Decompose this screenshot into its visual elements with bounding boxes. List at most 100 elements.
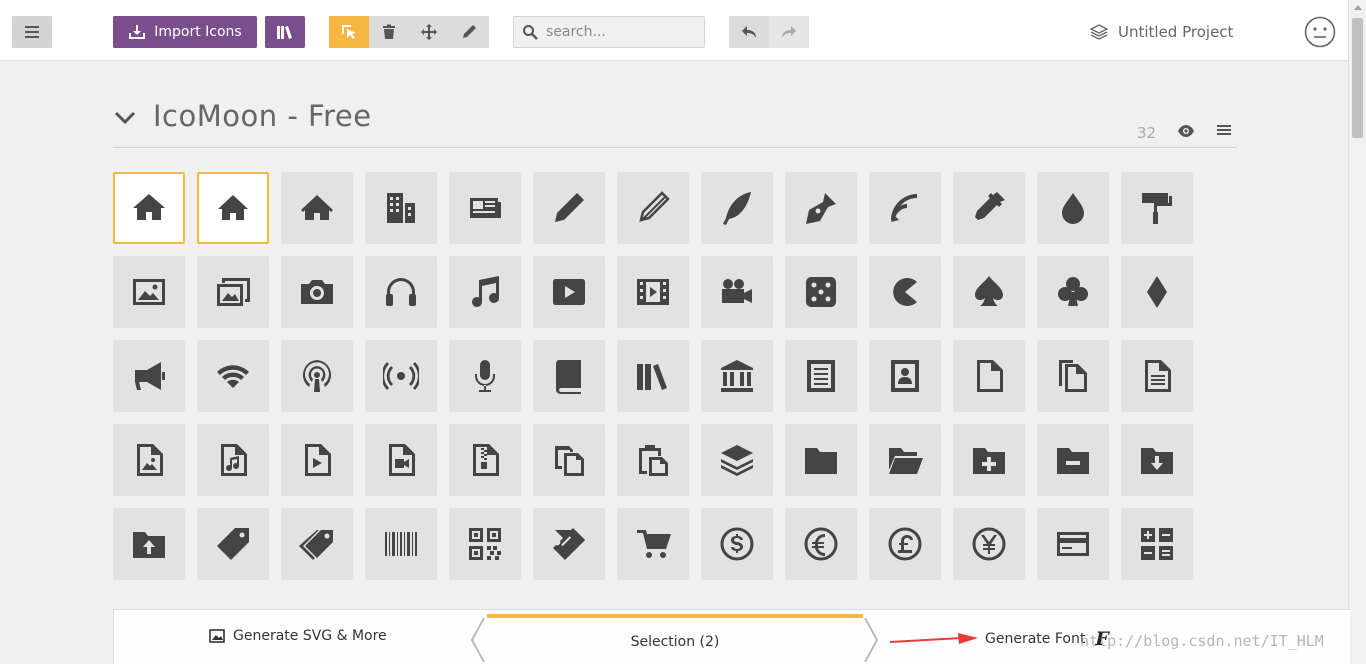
library-button[interactable] [265,16,305,48]
project-name[interactable]: Untitled Project [1090,20,1233,44]
icon-tile-cart[interactable] [617,508,689,580]
icon-tile-file-picture[interactable] [113,424,185,496]
icon-tile-credit-card[interactable] [1037,508,1109,580]
main-menu-button[interactable] [12,16,52,48]
icon-tile-file-text[interactable] [785,340,857,412]
icon-tile-paint-format[interactable] [1121,172,1193,244]
icon-tile-file-text2[interactable] [1121,340,1193,412]
move-tool-button[interactable] [409,16,449,48]
icon-tile-home[interactable] [113,172,185,244]
stack-icon [721,445,753,476]
icon-tile-book[interactable] [533,340,605,412]
icon-tile-barcode[interactable] [365,508,437,580]
icon-tile-pencil2[interactable] [617,172,689,244]
icon-tile-folder-plus[interactable] [953,424,1025,496]
undo-button[interactable] [729,16,769,48]
search-icon [523,25,538,40]
select-tool-button[interactable] [329,16,369,48]
icon-tile-file-play[interactable] [281,424,353,496]
icon-tile-folder-upload[interactable] [113,508,185,580]
icon-tile-price-tags[interactable] [281,508,353,580]
icon-tile-music[interactable] [449,256,521,328]
selection-tab[interactable]: Selection (2) [487,614,863,664]
icon-tile-calculator[interactable] [1121,508,1193,580]
icon-tile-stack[interactable] [701,424,773,496]
icon-tile-connection[interactable] [197,340,269,412]
film-icon [637,279,669,305]
generate-font-label: Generate Font [985,631,1086,647]
icon-tile-copy[interactable] [533,424,605,496]
scroll-up-arrow-icon[interactable] [1354,5,1362,10]
icon-tile-library[interactable] [701,340,773,412]
icon-tile-pen[interactable] [785,172,857,244]
icon-tile-video-camera[interactable] [701,256,773,328]
import-icons-button[interactable]: Import Icons [113,16,257,48]
icon-tile-file-zip[interactable] [449,424,521,496]
icon-tile-eyedropper[interactable] [953,172,1025,244]
icon-tile-books[interactable] [617,340,689,412]
generate-svg-button[interactable]: Generate SVG & More [209,628,387,644]
icon-tile-coin-dollar[interactable] [701,508,773,580]
droplet-icon [1062,193,1084,224]
icon-tile-ticket[interactable] [533,508,605,580]
set-menu-icon[interactable] [1217,124,1233,138]
edit-tool-button[interactable] [449,16,489,48]
credit-card-icon [1057,532,1089,556]
icon-tile-headphones[interactable] [365,256,437,328]
icon-tile-coin-pound[interactable] [869,508,941,580]
icon-tile-podcast[interactable] [281,340,353,412]
redo-button[interactable] [769,16,809,48]
icon-tile-profile[interactable] [869,340,941,412]
icon-tile-home2[interactable] [197,172,269,244]
search-input[interactable] [546,24,696,40]
chevron-down-icon[interactable] [113,106,137,130]
icon-tile-files-empty[interactable] [1037,340,1109,412]
tool-group [329,16,489,48]
icon-tile-clubs[interactable] [1037,256,1109,328]
generate-svg-label: Generate SVG & More [233,628,387,644]
hamburger-icon [25,26,39,38]
icon-tile-folder-minus[interactable] [1037,424,1109,496]
icon-tile-images[interactable] [197,256,269,328]
icon-tile-coin-euro[interactable] [785,508,857,580]
icon-tile-office[interactable] [365,172,437,244]
coin-pound-icon [888,527,922,561]
icon-tile-coin-yen[interactable] [953,508,1025,580]
search-box[interactable] [513,16,705,48]
icon-tile-dice[interactable] [785,256,857,328]
icon-tile-blog[interactable] [869,172,941,244]
icon-tile-price-tag[interactable] [197,508,269,580]
user-avatar-icon[interactable] [1304,16,1336,48]
delete-tool-button[interactable] [369,16,409,48]
eye-icon[interactable] [1177,124,1195,138]
icon-tile-droplet[interactable] [1037,172,1109,244]
icon-tile-qrcode[interactable] [449,508,521,580]
scroll-thumb[interactable] [1352,18,1363,138]
icon-tile-file-video[interactable] [365,424,437,496]
page-scrollbar[interactable] [1348,0,1366,664]
icon-tile-spades[interactable] [953,256,1025,328]
icon-tile-pencil[interactable] [533,172,605,244]
icon-tile-paste[interactable] [617,424,689,496]
bullhorn-icon [135,362,165,390]
icon-tile-diamonds[interactable] [1121,256,1193,328]
icon-tile-folder-download[interactable] [1121,424,1193,496]
icon-tile-play[interactable] [533,256,605,328]
icon-tile-feed[interactable] [365,340,437,412]
icon-tile-mic[interactable] [449,340,521,412]
icon-tile-bullhorn[interactable] [113,340,185,412]
price-tag-icon [217,528,249,560]
eyedropper-icon [975,192,1005,220]
icon-tile-file-empty[interactable] [953,340,1025,412]
icon-tile-pacman[interactable] [869,256,941,328]
icon-tile-home3[interactable] [281,172,353,244]
icon-tile-folder-open[interactable] [869,424,941,496]
project-name-label: Untitled Project [1118,23,1234,41]
icon-tile-folder[interactable] [785,424,857,496]
icon-tile-file-music[interactable] [197,424,269,496]
icon-tile-camera[interactable] [281,256,353,328]
icon-tile-film[interactable] [617,256,689,328]
icon-tile-image[interactable] [113,256,185,328]
icon-tile-newspaper[interactable] [449,172,521,244]
icon-tile-quill[interactable] [701,172,773,244]
